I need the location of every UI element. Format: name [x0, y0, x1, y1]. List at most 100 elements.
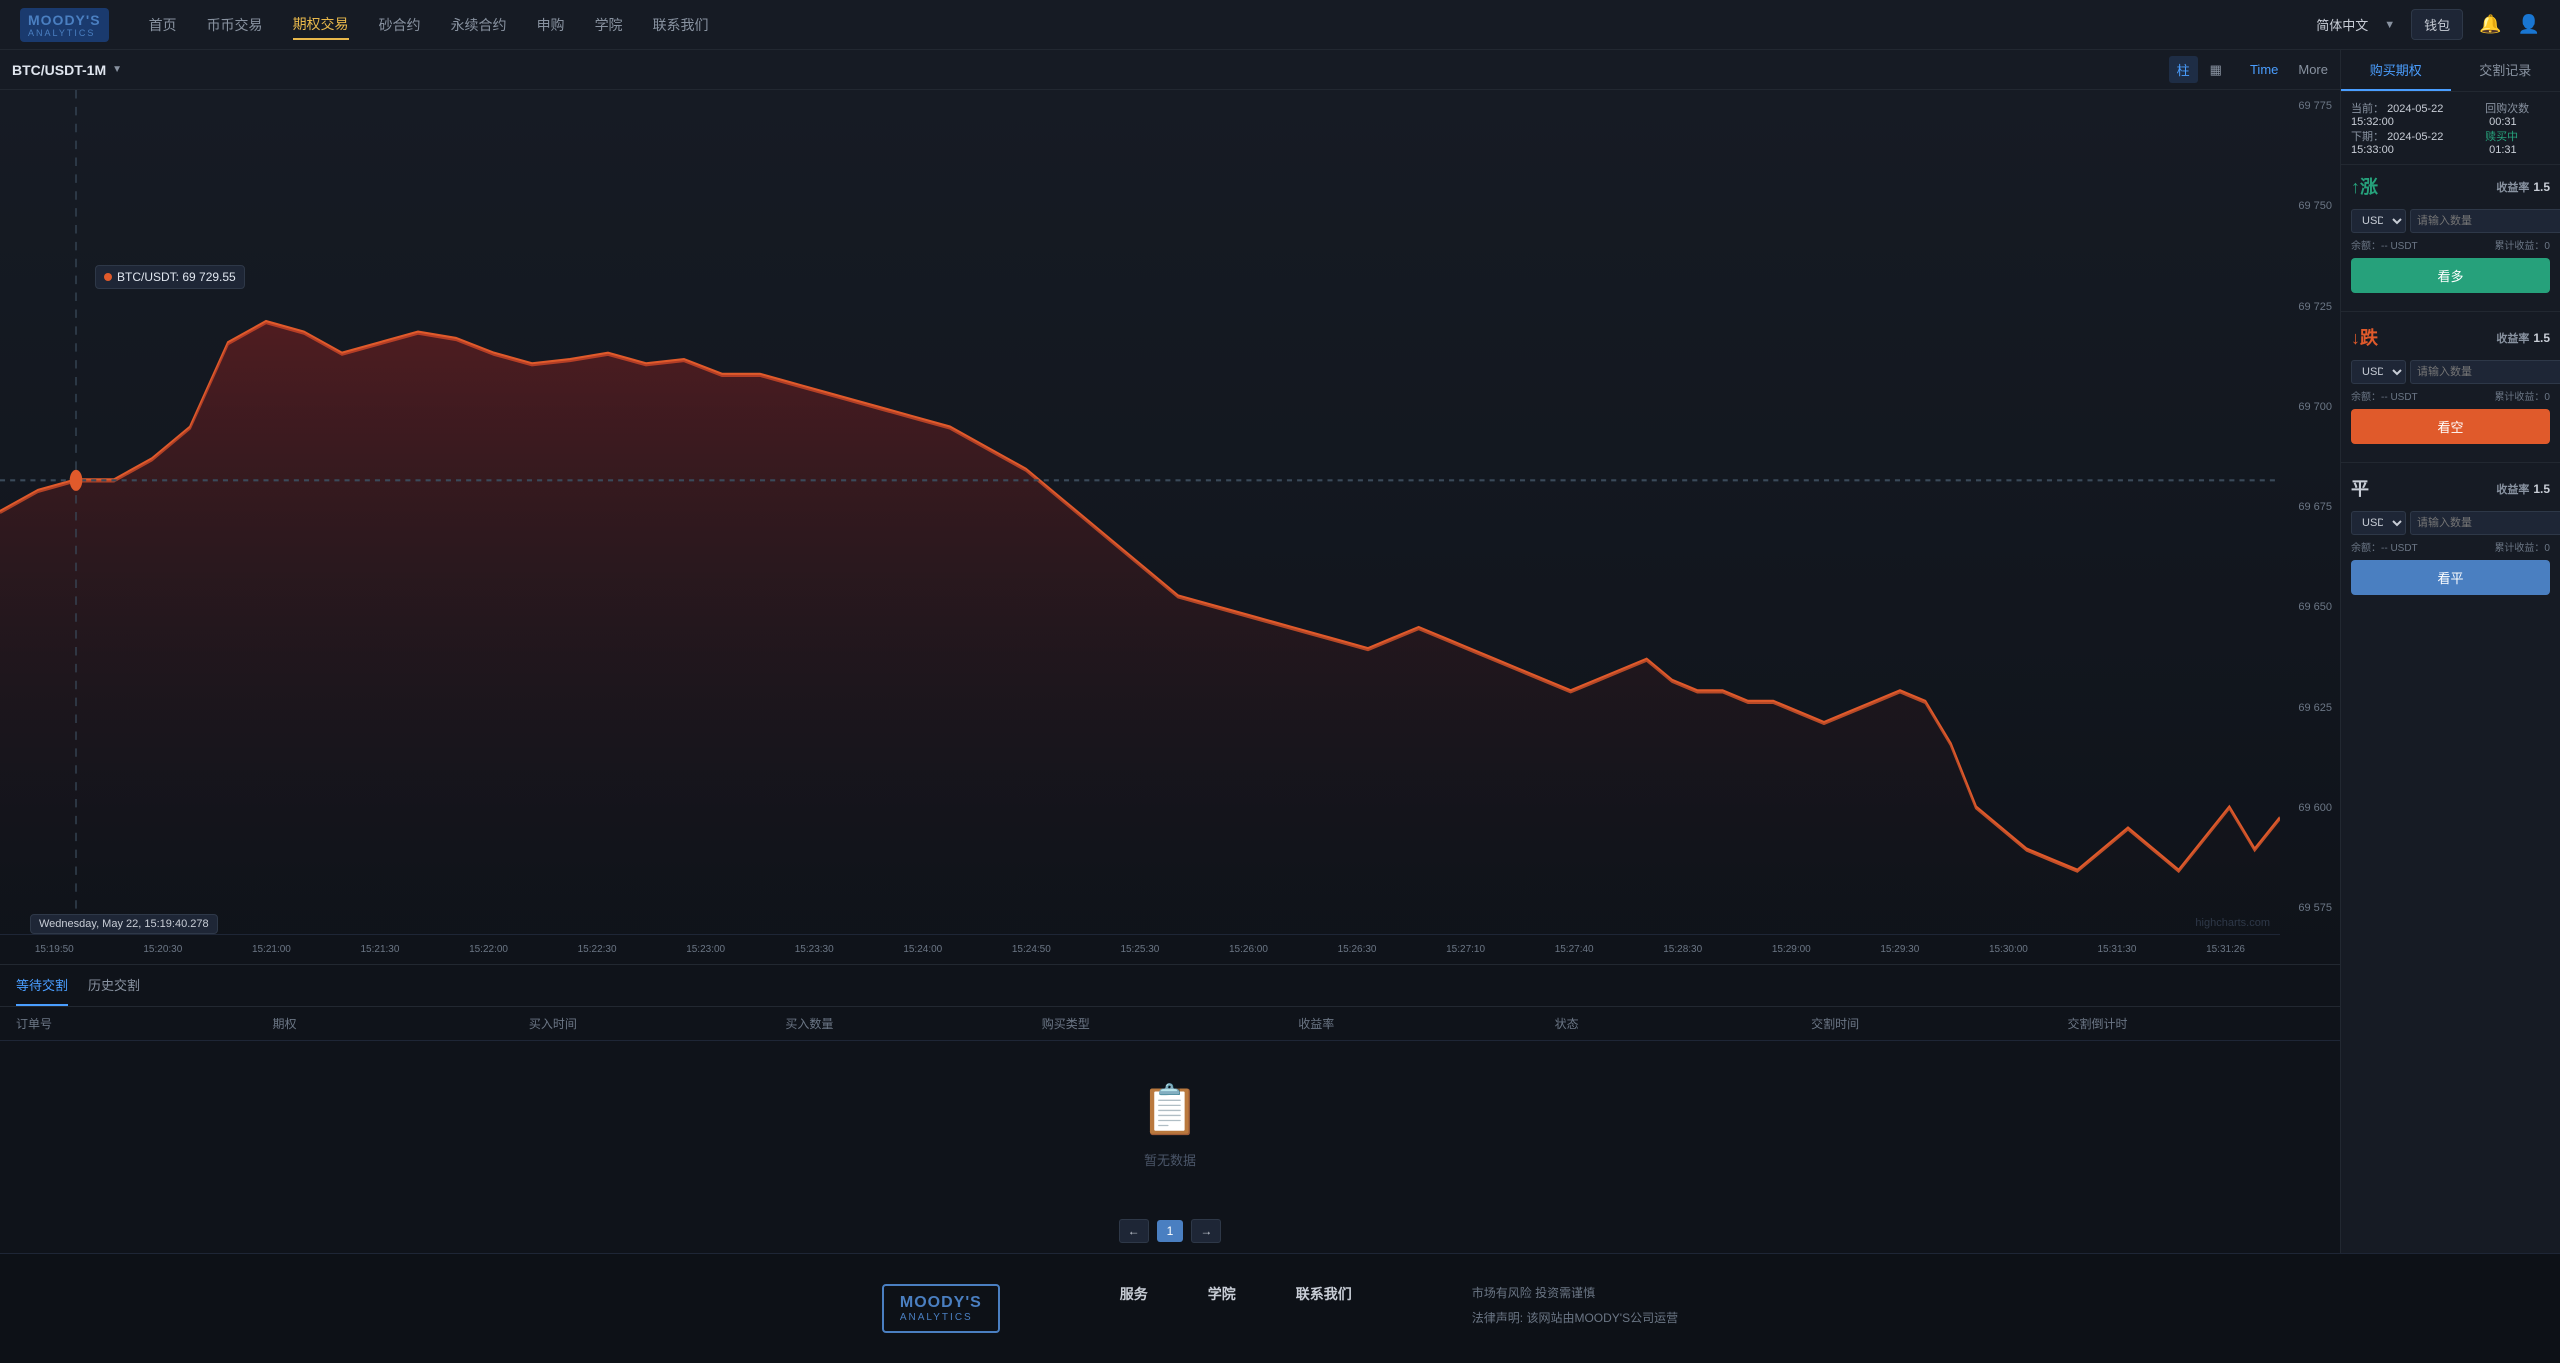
- footer-contact-title: 联系我们: [1296, 1284, 1352, 1304]
- bell-icon[interactable]: 🔔: [2479, 14, 2501, 35]
- flat-section-title: 平 收益率 1.5: [2341, 467, 2560, 505]
- down-section-title: ↓跌 收益率 1.5: [2341, 316, 2560, 354]
- page-prev[interactable]: ←: [1119, 1219, 1149, 1243]
- footer-links: 服务 学院 联系我们: [1120, 1284, 1352, 1304]
- tab-buy-options[interactable]: 购买期权: [2341, 50, 2451, 91]
- chart-watermark: highcharts.com: [2195, 917, 2270, 929]
- next-label: 下期： 2024-05-22 15:33:00: [2351, 128, 2465, 156]
- logo-text-analytics: ANALYTICS: [28, 28, 101, 38]
- pair-selector[interactable]: BTC/USDT-1M ▼: [12, 62, 122, 78]
- footer-col-academy: 学院: [1208, 1284, 1236, 1304]
- col-countdown: 交割倒计时: [2068, 1015, 2324, 1032]
- tab-waiting[interactable]: 等待交割: [16, 965, 68, 1006]
- nav-futures[interactable]: 永续合约: [451, 11, 507, 39]
- main-content: BTC/USDT-1M ▼ 柱 ▦ Time More: [0, 50, 2560, 1253]
- empty-icon: 📋: [1140, 1081, 1200, 1138]
- empty-state: 📋 暂无数据: [0, 1041, 2340, 1209]
- y-label-1: 69 750: [2298, 200, 2332, 212]
- wallet-button[interactable]: 钱包: [2411, 9, 2463, 40]
- disclaimer-line1: 市场有风险 投资需谨慎: [1472, 1284, 1678, 1301]
- panel-tabs: 购买期权 交割记录: [2341, 50, 2560, 92]
- time-button[interactable]: Time: [2242, 58, 2286, 81]
- nav-margin[interactable]: 砂合约: [379, 11, 421, 39]
- x-label-12: 15:26:30: [1338, 944, 1377, 955]
- nav-contact[interactable]: 联系我们: [653, 11, 709, 39]
- x-label-10: 15:25:30: [1120, 944, 1159, 955]
- tooltip-text: BTC/USDT: 69 729.55: [117, 270, 236, 284]
- logo[interactable]: MOODY'S ANALYTICS: [20, 8, 109, 42]
- flat-direction-icon: 平: [2351, 475, 2369, 501]
- footer: MOODY'S ANALYTICS 服务 学院 联系我们 市场有风险 投资需谨慎…: [0, 1253, 2560, 1363]
- up-profit: 累计收益：0: [2494, 237, 2550, 252]
- nav: 首页 币币交易 期权交易 砂合约 永续合约 申购 学院 联系我们: [149, 10, 2317, 40]
- nav-options[interactable]: 期权交易: [293, 10, 349, 40]
- x-label-18: 15:30:00: [1989, 944, 2028, 955]
- lang-button[interactable]: 简体中文: [2316, 15, 2368, 34]
- page-current[interactable]: 1: [1157, 1220, 1184, 1242]
- pagination: ← 1 →: [0, 1209, 2340, 1253]
- down-amount-input[interactable]: [2410, 360, 2560, 384]
- x-label-7: 15:23:30: [795, 944, 834, 955]
- up-currency-select[interactable]: USDT: [2351, 209, 2406, 233]
- down-direction-icon: ↓跌: [2351, 324, 2378, 350]
- footer-logo: MOODY'S ANALYTICS: [882, 1284, 1000, 1333]
- flat-balance: 余额：-- USDT: [2351, 539, 2418, 554]
- nav-home[interactable]: 首页: [149, 11, 177, 39]
- chart-container: BTC/USDT: 69 729.55 Wednesday, May 22, 1…: [0, 90, 2340, 964]
- y-label-5: 69 650: [2298, 601, 2332, 613]
- bottom-tabs: 等待交割 历史交割: [0, 965, 2340, 1007]
- col-order: 订单号: [16, 1015, 272, 1032]
- disclaimer-line2: 法律声明: 该网站由MOODY'S公司运营: [1472, 1309, 1678, 1326]
- col-status: 状态: [1555, 1015, 1811, 1032]
- x-label-5: 15:22:30: [578, 944, 617, 955]
- candlestick-icon: ▦: [2210, 62, 2222, 77]
- chart-x-labels: 15:19:50 15:20:30 15:21:00 15:21:30 15:2…: [0, 934, 2280, 964]
- x-label-20: 15:31:26: [2206, 944, 2245, 955]
- flat-currency-select[interactable]: USDT: [2351, 511, 2406, 535]
- x-label-9: 15:24:50: [1012, 944, 1051, 955]
- empty-text: 暂无数据: [1144, 1150, 1196, 1169]
- chart-type-bar[interactable]: 柱: [2169, 56, 2198, 83]
- y-label-0: 69 775: [2298, 100, 2332, 112]
- down-profit: 累计收益：0: [2494, 388, 2550, 403]
- tab-delivery-records[interactable]: 交割记录: [2451, 50, 2560, 91]
- more-button[interactable]: More: [2298, 62, 2328, 77]
- x-label-11: 15:26:00: [1229, 944, 1268, 955]
- up-amount-input[interactable]: [2410, 209, 2560, 233]
- x-label-3: 15:21:30: [361, 944, 400, 955]
- x-label-16: 15:29:00: [1772, 944, 1811, 955]
- footer-academy-title: 学院: [1208, 1284, 1236, 1304]
- pair-label: BTC/USDT-1M: [12, 62, 106, 78]
- chart-toolbar: BTC/USDT-1M ▼ 柱 ▦ Time More: [0, 50, 2340, 90]
- x-label-4: 15:22:00: [469, 944, 508, 955]
- flat-amount-input[interactable]: [2410, 511, 2560, 535]
- tab-history[interactable]: 历史交割: [88, 965, 140, 1006]
- crosshair-label: Wednesday, May 22, 15:19:40.278: [30, 914, 218, 934]
- chart-type-candlestick[interactable]: ▦: [2202, 58, 2230, 82]
- page-next[interactable]: →: [1191, 1219, 1221, 1243]
- col-buy-amount: 买入数量: [785, 1015, 1041, 1032]
- right-panel: 购买期权 交割记录 当前： 2024-05-22 15:32:00 下期： 20…: [2340, 50, 2560, 1253]
- y-label-2: 69 725: [2298, 301, 2332, 313]
- y-label-7: 69 600: [2298, 802, 2332, 814]
- chart-tooltip: BTC/USDT: 69 729.55: [95, 265, 245, 289]
- down-balance: 余额：-- USDT: [2351, 388, 2418, 403]
- current-label: 当前： 2024-05-22 15:32:00: [2351, 100, 2465, 128]
- tooltip-dot: [104, 273, 112, 281]
- x-label-0: 15:19:50: [35, 944, 74, 955]
- nav-ipo[interactable]: 申购: [537, 11, 565, 39]
- nav-academy[interactable]: 学院: [595, 11, 623, 39]
- round-info: 回购次数 00:31: [2485, 100, 2550, 128]
- header-right: 简体中文 ▼ 钱包 🔔 👤: [2316, 9, 2540, 40]
- chart-y-labels: 69 775 69 750 69 725 69 700 69 675 69 65…: [2298, 90, 2332, 924]
- status-info: 赎买中 01:31: [2485, 128, 2550, 156]
- nav-spot[interactable]: 币币交易: [207, 11, 263, 39]
- down-currency-select[interactable]: USDT: [2351, 360, 2406, 384]
- chart-type-buttons: 柱 ▦: [2169, 56, 2230, 83]
- table-header: 订单号 期权 买入时间 买入数量 购买类型 收益率 状态 交割时间 交割倒计时: [0, 1007, 2340, 1041]
- down-buy-button[interactable]: 看空: [2351, 409, 2550, 444]
- user-icon[interactable]: 👤: [2518, 14, 2540, 35]
- x-label-17: 15:29:30: [1880, 944, 1919, 955]
- up-buy-button[interactable]: 看多: [2351, 258, 2550, 293]
- flat-buy-button[interactable]: 看平: [2351, 560, 2550, 595]
